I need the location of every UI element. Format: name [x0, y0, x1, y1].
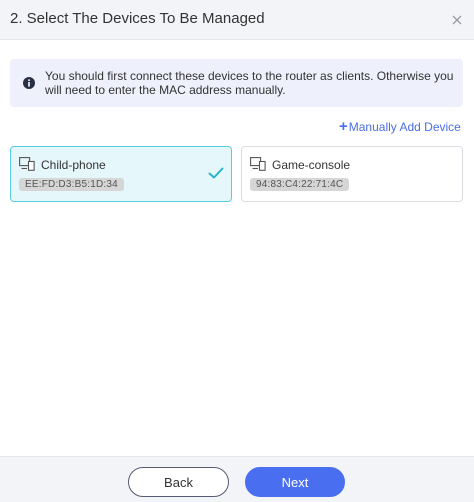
back-button[interactable]: Back [128, 467, 229, 497]
close-button[interactable] [446, 9, 468, 31]
devices-icon [19, 157, 35, 171]
dialog-title: 2. Select The Devices To Be Managed [10, 10, 265, 27]
device-name: Game-console [272, 158, 351, 172]
plus-icon: + [339, 118, 348, 135]
info-icon [23, 77, 35, 89]
select-devices-dialog: 2. Select The Devices To Be Managed You … [0, 0, 474, 502]
manually-add-device-link[interactable]: + Manually Add Device [339, 118, 461, 135]
next-button[interactable]: Next [245, 467, 345, 497]
notice-banner: You should first connect these devices t… [10, 59, 463, 107]
device-name: Child-phone [41, 158, 106, 172]
mac-address-badge: 94:83:C4:22:71:4C [250, 178, 350, 191]
manually-add-device-label: Manually Add Device [348, 120, 461, 134]
checkmark-icon [208, 167, 224, 179]
mac-address-badge: EE:FD:D3:B5:1D:34 [19, 178, 124, 191]
devices-icon [250, 157, 266, 171]
device-card-game-console[interactable]: Game-console 94:83:C4:22:71:4C [241, 146, 463, 202]
dialog-footer: Back Next [0, 456, 474, 502]
dialog-header: 2. Select The Devices To Be Managed [0, 0, 474, 40]
device-card-child-phone[interactable]: Child-phone EE:FD:D3:B5:1D:34 [10, 146, 232, 202]
notice-text: You should first connect these devices t… [45, 69, 454, 97]
close-icon [452, 15, 462, 25]
